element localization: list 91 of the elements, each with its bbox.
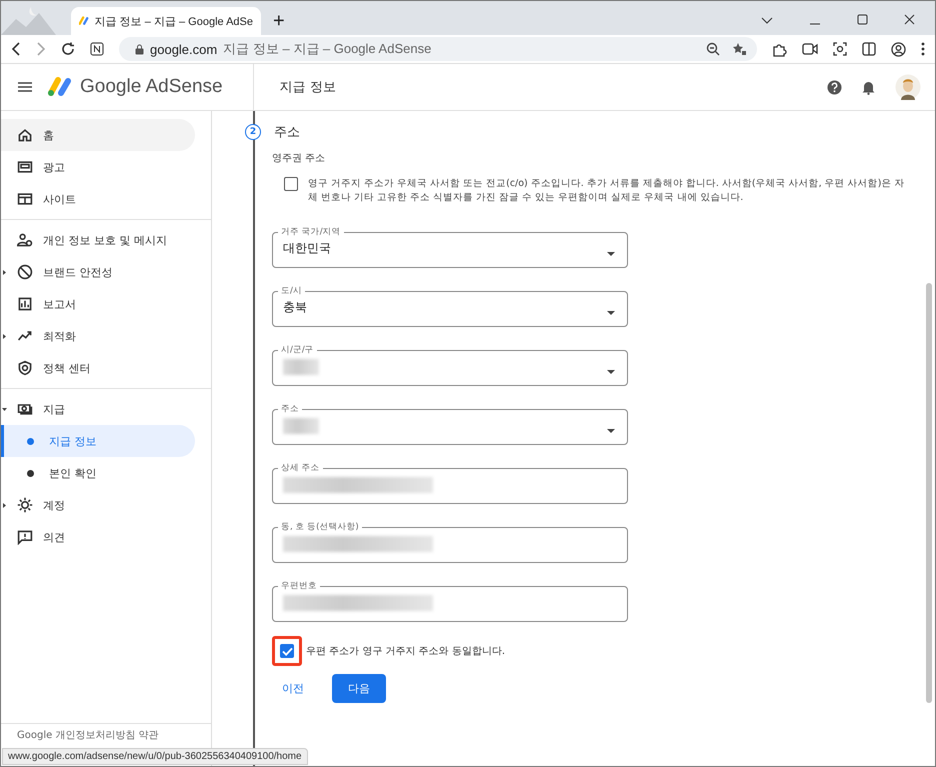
caret-right-icon[interactable] — [2, 502, 7, 508]
product-name: Google AdSense — [80, 76, 223, 98]
field-label: 거주 국가/지역 — [280, 227, 342, 237]
field-label: 시/군/구 — [280, 345, 315, 355]
minimize-icon[interactable] — [809, 23, 821, 25]
dropdown-field[interactable]: 시/군/구 — [272, 345, 628, 386]
more-menu-icon[interactable] — [921, 42, 925, 56]
nav-subitem[interactable]: 지급 정보 — [1, 425, 195, 457]
page-title: 지급 정보 — [280, 79, 336, 96]
bullet-icon — [27, 438, 34, 444]
reload-icon[interactable] — [61, 42, 75, 56]
input-field[interactable]: 동, 호 등(선택사항) — [272, 522, 628, 563]
caret-right-icon[interactable] — [2, 334, 7, 338]
nav-subitem[interactable]: 본인 확인 — [1, 457, 195, 489]
profile-icon[interactable] — [891, 42, 906, 56]
field-label: 주소 — [280, 404, 300, 414]
nav-item[interactable]: 보고서 — [1, 288, 195, 320]
section-subtitle: 영주권 주소 — [272, 152, 326, 165]
dropdown-arrow-icon — [607, 252, 615, 256]
adsense-logo-icon — [48, 77, 72, 97]
website-layout-icon — [17, 191, 33, 207]
menu-icon[interactable] — [18, 82, 32, 92]
chevron-down-icon[interactable] — [761, 17, 773, 25]
field-value: 대한민국 — [283, 240, 332, 257]
input-field[interactable]: 상세 주소 — [272, 463, 628, 504]
ad-frame-icon — [17, 159, 33, 175]
url-host: google.com — [150, 42, 218, 56]
close-icon[interactable] — [904, 14, 915, 25]
field-label: 도/시 — [280, 286, 303, 296]
nav-item[interactable]: 최적화 — [1, 320, 195, 352]
avatar[interactable] — [895, 74, 921, 100]
nav-item[interactable]: 계정 — [1, 489, 195, 521]
nav-item[interactable]: 정책 센터 — [1, 352, 195, 384]
url-page-title: 지급 정보 – 지급 – Google AdSense — [223, 40, 432, 58]
settings-icon — [17, 497, 33, 513]
dropdown-arrow-icon — [607, 370, 615, 374]
footer-links: Google 개인정보처리방침 약관 — [17, 730, 159, 742]
person-icon — [17, 232, 33, 248]
lock-icon — [135, 44, 144, 54]
field-label: 우편번호 — [280, 581, 318, 591]
scrollbar-thumb[interactable] — [926, 283, 932, 703]
address-bar[interactable]: google.com 지급 정보 – 지급 – Google AdSense — [119, 37, 757, 61]
back-button[interactable]: 이전 — [272, 675, 314, 702]
feedback-icon — [17, 529, 33, 545]
input-field[interactable]: 우편번호 — [272, 581, 628, 622]
dropdown-field[interactable]: 주소 — [272, 404, 628, 445]
new-tab-button[interactable]: + — [261, 7, 297, 35]
bookmark-star-icon[interactable] — [732, 42, 747, 56]
checkbox-label: 영구 거주지 주소가 우체국 사서함 또는 전교(c/o) 주소입니다. 추가 서류를 제출해야 합니다. 사서함(우체국 사서함, 우편 사서함)은 자체 번호나 기타 고유한 주소 식별자를 가진 잠글 수 있는 우편함이며 실제로 우체국 내에 있습니다. — [308, 177, 906, 205]
checkbox[interactable] — [280, 644, 294, 658]
status-url: www.google.com/adsense/new/u/0/pub-3602556340409100/home — [2, 748, 308, 765]
prohibited-icon — [17, 264, 33, 280]
help-icon[interactable] — [827, 80, 842, 94]
step-title: 주소 — [274, 124, 300, 141]
extension-icon[interactable] — [90, 42, 104, 56]
tab-title: 지급 정보 – 지급 – Google AdSe — [94, 14, 253, 28]
puzzle-icon[interactable] — [772, 42, 787, 56]
step-number: 2 — [245, 124, 261, 140]
field-label: 상세 주소 — [280, 463, 321, 473]
zoom-out-icon[interactable] — [706, 42, 720, 56]
checkbox-label: 우편 주소가 영구 거주지 주소와 동일합니다. — [306, 645, 506, 658]
money-icon — [17, 401, 33, 417]
back-icon[interactable] — [11, 42, 21, 56]
camera-icon[interactable] — [802, 43, 818, 55]
side-panel-icon[interactable] — [862, 42, 876, 56]
nav-item[interactable]: 사이트 — [1, 183, 195, 215]
screenshot-icon[interactable] — [833, 42, 847, 56]
dropdown-field[interactable]: 도/시 충북 — [272, 286, 628, 327]
field-value: 충북 — [283, 299, 308, 316]
nav-item[interactable]: 지급 — [1, 393, 195, 425]
adsense-logo-icon — [79, 15, 89, 27]
bar-chart-icon — [17, 296, 33, 312]
checkbox[interactable] — [284, 177, 298, 191]
caret-down-icon[interactable] — [2, 406, 7, 412]
notification-bell-icon[interactable] — [862, 80, 875, 94]
home-icon — [17, 127, 33, 143]
bullet-icon — [27, 470, 34, 476]
maximize-icon[interactable] — [857, 14, 868, 25]
dropdown-arrow-icon — [607, 311, 615, 315]
nav-item[interactable]: 개인 정보 보호 및 메시지 — [1, 224, 195, 256]
nav-item[interactable]: 홈 — [1, 119, 195, 151]
shield-icon — [17, 360, 33, 376]
dropdown-arrow-icon — [607, 429, 615, 433]
dropdown-field[interactable]: 거주 국가/지역 대한민국 — [272, 227, 628, 268]
nav-item[interactable]: 광고 — [1, 151, 195, 183]
nav-item[interactable]: 브랜드 안전성 — [1, 256, 195, 288]
field-label: 동, 호 등(선택사항) — [280, 522, 360, 532]
nav-item[interactable]: 의견 — [1, 521, 195, 553]
browser-tab[interactable]: 지급 정보 – 지급 – Google AdSe — [71, 7, 261, 35]
caret-right-icon[interactable] — [2, 270, 7, 274]
next-button[interactable]: 다음 — [332, 674, 386, 703]
